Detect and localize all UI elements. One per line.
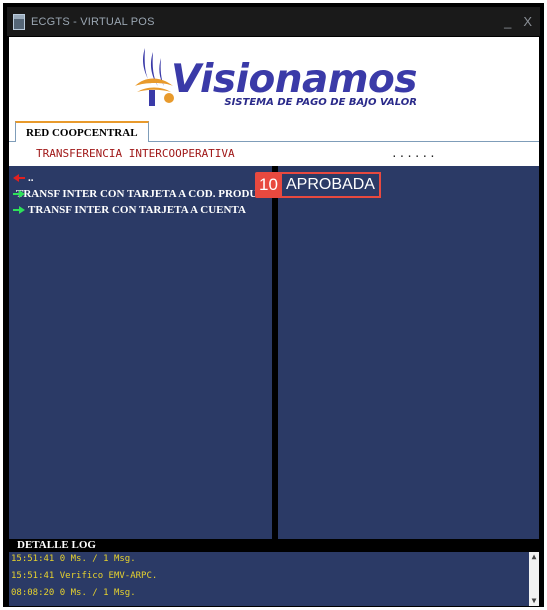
operation-title: TRANSFERENCIA INTERCOOPERATIVA [36, 147, 235, 160]
close-button[interactable]: X [523, 14, 532, 29]
menu-item-label: TRANSF INTER CON TARJETA A COD. PRODUCTO [16, 188, 281, 200]
log-header: DETALLE LOG [9, 539, 539, 552]
minimize-button[interactable]: _ [504, 14, 511, 29]
menu-item-label: TRANSF INTER CON TARJETA A CUENTA [28, 204, 246, 216]
tab-strip: RED COOPCENTRAL [9, 116, 539, 142]
log-scrollbar[interactable]: ▲ ▼ [529, 552, 539, 606]
scroll-up-icon[interactable]: ▲ [532, 552, 537, 562]
menu-item-cod-producto[interactable]: TRANSF INTER CON TARJETA A COD. PRODUCTO [13, 187, 281, 201]
operation-dots: ...... [391, 147, 437, 160]
annotation-badge: 10 [255, 172, 282, 198]
window-title: ECGTS - VIRTUAL POS [31, 15, 155, 28]
app-icon [13, 13, 25, 30]
main-panel: .. TRANSF INTER CON TARJETA A COD. PRODU… [9, 166, 539, 539]
title-bar[interactable]: ECGTS - VIRTUAL POS _ X [7, 7, 540, 36]
logo-tagline: SISTEMA DE PAGO DE BAJO VALOR [224, 96, 417, 108]
logo-name: Visionamos [171, 56, 417, 102]
back-label: .. [28, 172, 34, 184]
detail-pane [278, 166, 539, 539]
tab-red-coopcentral[interactable]: RED COOPCENTRAL [15, 121, 149, 142]
status-aprobada: APROBADA [280, 172, 381, 198]
log-line: 15:51:41 Verifico EMV-ARPC. [11, 571, 158, 581]
green-arrow-icon [13, 206, 25, 214]
log-area: 15:51:41 0 Ms. / 1 Msg. 15:51:41 Verific… [9, 552, 539, 606]
back-item[interactable]: .. [13, 171, 281, 185]
logo-banner: Visionamos SISTEMA DE PAGO DE BAJO VALOR [9, 37, 539, 116]
log-line: 08:08:20 0 Ms. / 1 Msg. [11, 588, 136, 598]
visionamos-logo: Visionamos SISTEMA DE PAGO DE BAJO VALOR [131, 46, 417, 108]
menu-list: .. TRANSF INTER CON TARJETA A COD. PRODU… [9, 166, 281, 539]
logo-mark-icon [135, 47, 175, 106]
log-line: 15:51:41 0 Ms. / 1 Msg. [11, 554, 136, 564]
red-back-arrow-icon [13, 174, 25, 182]
scroll-down-icon[interactable]: ▼ [532, 596, 537, 606]
operation-bar: TRANSFERENCIA INTERCOOPERATIVA ...... [9, 142, 539, 166]
menu-item-cuenta[interactable]: TRANSF INTER CON TARJETA A CUENTA [13, 203, 281, 217]
